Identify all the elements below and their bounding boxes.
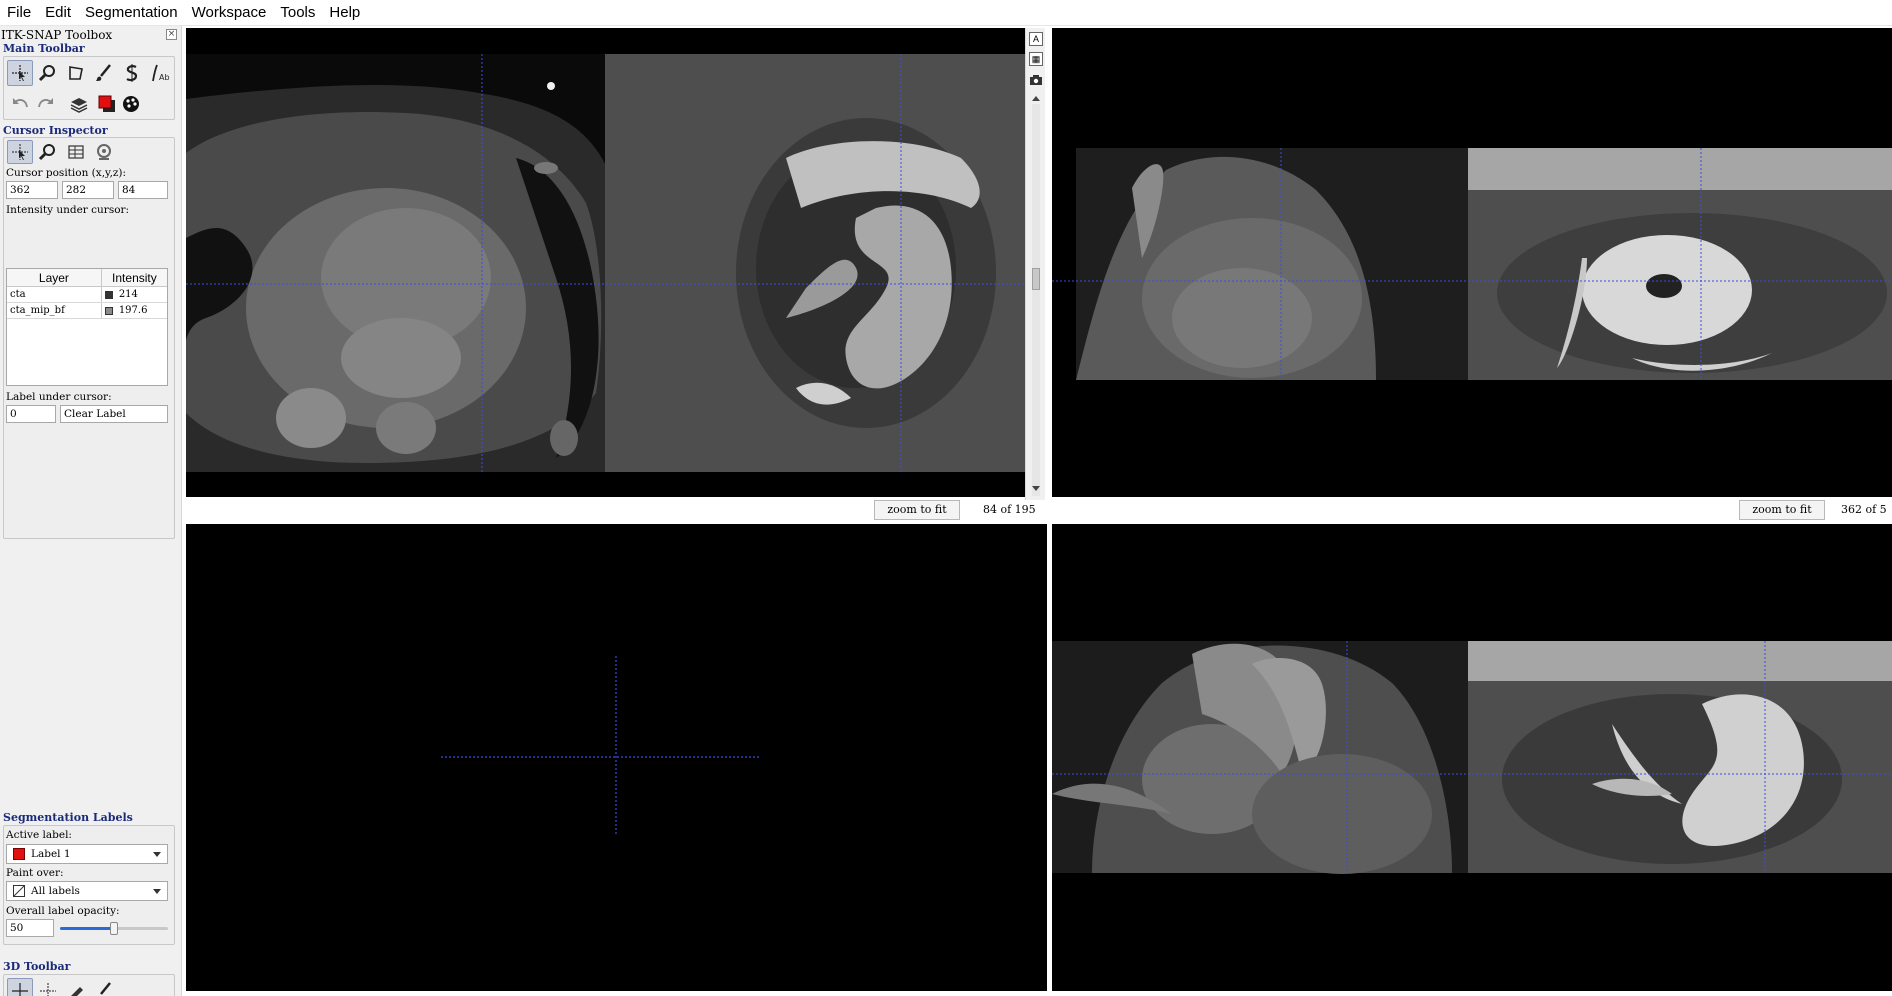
crosshair-mode-icon[interactable] — [7, 140, 33, 164]
active-label-dropdown[interactable]: Label 1 — [6, 844, 168, 864]
layers-icon[interactable] — [66, 91, 92, 117]
opacity-label: Overall label opacity: — [6, 905, 120, 917]
layer-intensity: 197.6 — [118, 304, 148, 316]
opacity-slider-handle[interactable] — [110, 922, 118, 935]
cursor-position-label: Cursor position (x,y,z): — [6, 167, 127, 179]
axial-side-strip: A ▦ — [1025, 28, 1045, 500]
menu-bar: File Edit Segmentation Workspace Tools H… — [0, 0, 1892, 26]
scroll-down-icon[interactable] — [1032, 486, 1040, 491]
intensity-label: Intensity under cursor: — [6, 204, 130, 216]
undo-icon[interactable] — [7, 91, 33, 117]
label-under-cursor-label: Label under cursor: — [6, 391, 112, 403]
label-id-field: 0 — [6, 405, 56, 423]
label-color-icon[interactable] — [94, 91, 120, 117]
chevron-down-icon — [153, 852, 161, 857]
toolbox-panel: ITK-SNAP Toolbox × Main Toolbar Ab Curso… — [0, 26, 182, 996]
sync-icon[interactable] — [91, 140, 117, 164]
sagittal-zoom-to-fit-button[interactable]: zoom to fit — [1739, 500, 1825, 520]
active-label-value: Label 1 — [31, 848, 71, 860]
3d-brush-icon[interactable] — [91, 978, 117, 996]
layer-intensity-table: Layer Intensity cta 214 cta_mip_bf 197.6 — [6, 268, 168, 386]
svg-text:Ab: Ab — [159, 73, 170, 82]
opacity-field[interactable]: 50 — [6, 919, 54, 937]
3d-crosshair-icon[interactable] — [7, 978, 33, 996]
paint-over-value: All labels — [31, 885, 80, 897]
cursor-y-field[interactable]: 282 — [62, 181, 114, 199]
main-toolbar-title: Main Toolbar — [3, 42, 85, 55]
3d-view[interactable] — [186, 524, 1047, 991]
close-icon[interactable]: × — [166, 29, 177, 40]
annotation-toggle-icon[interactable]: A — [1029, 32, 1043, 46]
axial-zoom-to-fit-button[interactable]: zoom to fit — [874, 500, 960, 520]
axial-view[interactable] — [186, 28, 1025, 497]
redo-icon[interactable] — [33, 91, 59, 117]
slice-scrollbar[interactable] — [1032, 104, 1040, 496]
3d-toolbar — [3, 974, 175, 996]
layer-name: cta — [7, 287, 102, 302]
zoom-tool-icon[interactable] — [35, 60, 61, 86]
camera-icon[interactable] — [1029, 74, 1043, 88]
table-row[interactable]: cta 214 — [7, 287, 167, 303]
menu-file[interactable]: File — [0, 0, 38, 26]
zoom-mode-icon[interactable] — [35, 140, 61, 164]
active-label-label: Active label: — [6, 829, 72, 841]
table-row[interactable]: cta_mip_bf 197.6 — [7, 303, 167, 319]
toolbox-title: ITK-SNAP Toolbox — [1, 28, 113, 42]
paintbrush-tool-icon[interactable] — [91, 60, 117, 86]
polygon-tool-icon[interactable] — [63, 60, 89, 86]
coronal-view[interactable] — [1052, 524, 1892, 991]
label-color-swatch — [13, 848, 25, 860]
table-header: Layer Intensity — [7, 269, 167, 287]
snake-tool-icon[interactable] — [119, 60, 145, 86]
paint-over-dropdown[interactable]: All labels — [6, 881, 168, 901]
cursor-x-field[interactable]: 362 — [6, 181, 58, 199]
scroll-up-icon[interactable] — [1032, 96, 1040, 101]
layer-color-swatch — [104, 290, 113, 299]
segmentation-labels-title: Segmentation Labels — [3, 811, 133, 824]
palette-icon[interactable] — [118, 91, 144, 117]
layout-icon[interactable]: ▦ — [1029, 52, 1043, 66]
intensity-column-header[interactable]: Intensity — [102, 269, 167, 286]
layer-color-swatch — [104, 306, 113, 315]
layer-name: cta_mip_bf — [7, 303, 102, 318]
opacity-slider-track[interactable] — [60, 922, 168, 935]
chevron-down-icon — [153, 889, 161, 894]
3d-toolbar-title: 3D Toolbar — [3, 960, 71, 973]
opacity-slider-fill — [60, 927, 114, 930]
sagittal-view[interactable] — [1052, 28, 1892, 497]
layer-column-header[interactable]: Layer — [7, 269, 102, 286]
all-labels-icon — [13, 885, 25, 897]
cursor-inspector-title: Cursor Inspector — [3, 124, 108, 137]
table-icon[interactable] — [63, 140, 89, 164]
menu-help[interactable]: Help — [322, 0, 367, 26]
sagittal-slice-indicator: 362 of 5 — [1841, 503, 1887, 516]
menu-edit[interactable]: Edit — [38, 0, 78, 26]
axial-slice-indicator: 84 of 195 — [983, 503, 1036, 516]
layer-intensity: 214 — [118, 288, 138, 300]
paint-over-label: Paint over: — [6, 867, 64, 879]
3d-spray-icon[interactable] — [63, 978, 89, 996]
3d-scalpel-icon[interactable] — [35, 978, 61, 996]
label-name-field: Clear Label — [60, 405, 168, 423]
main-toolbar: Ab — [3, 56, 175, 120]
annotation-tool-icon[interactable]: Ab — [147, 60, 173, 86]
slice-scroll-thumb[interactable] — [1032, 268, 1040, 290]
menu-workspace[interactable]: Workspace — [185, 0, 274, 26]
crosshair-tool-icon[interactable] — [7, 60, 33, 86]
menu-tools[interactable]: Tools — [273, 0, 322, 26]
menu-segmentation[interactable]: Segmentation — [78, 0, 185, 26]
cursor-z-field[interactable]: 84 — [118, 181, 168, 199]
